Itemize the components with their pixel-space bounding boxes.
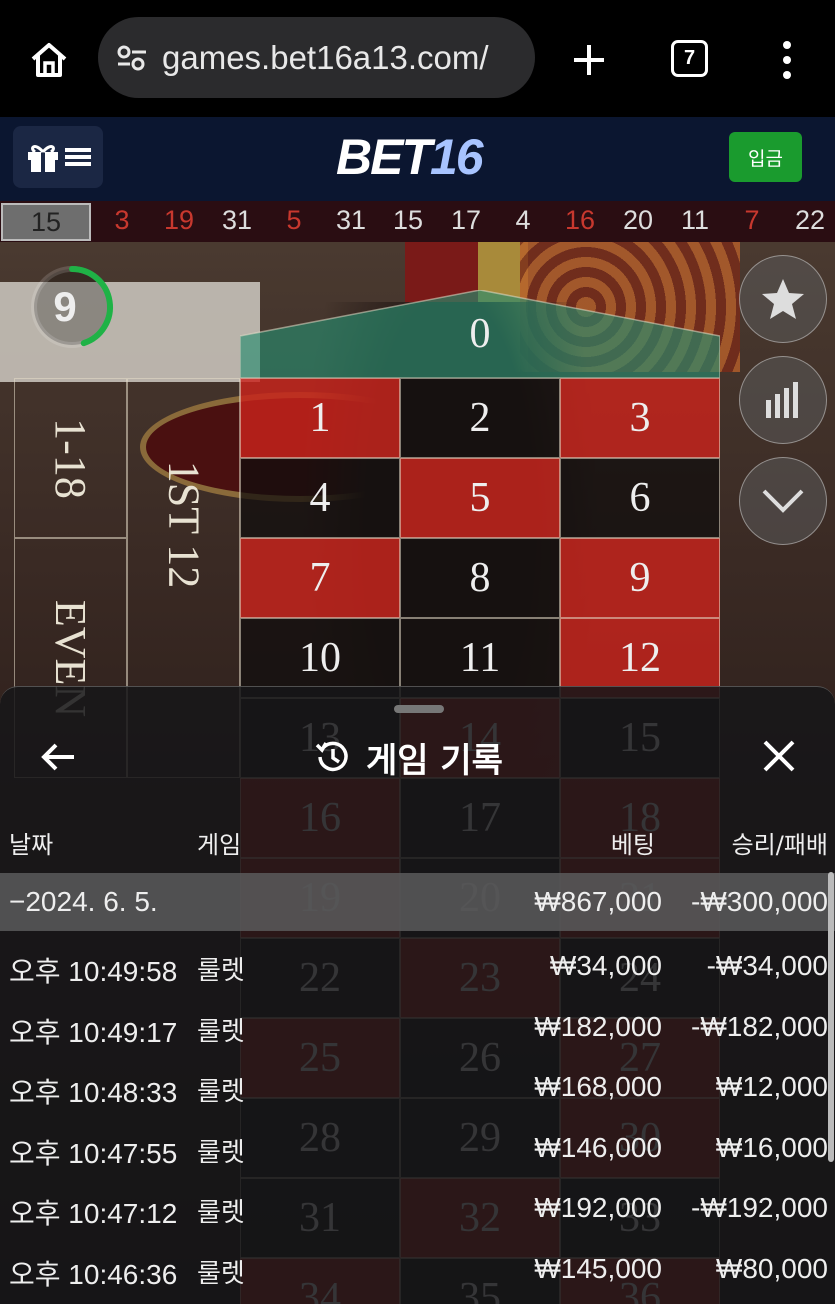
row-time: 오후 10:48:33 bbox=[9, 1077, 178, 1108]
col-result: 승리/패배 bbox=[731, 831, 828, 859]
row-time: 오후 10:49:58 bbox=[9, 956, 178, 987]
result-item: 7 bbox=[744, 205, 760, 235]
row-game: 룰렛 bbox=[197, 1258, 245, 1289]
favorite-button[interactable] bbox=[739, 255, 827, 343]
bet-timer: 9 bbox=[27, 262, 117, 352]
row-bet: ₩192,000 bbox=[534, 1192, 662, 1223]
date-group-bet: ₩867,000 bbox=[534, 886, 662, 917]
collapse-button[interactable] bbox=[739, 457, 827, 545]
zero-label: 0 bbox=[469, 311, 491, 357]
result-item: 4 bbox=[515, 205, 531, 235]
row-bet: ₩145,000 bbox=[534, 1252, 662, 1284]
row-game: 룰렛 bbox=[197, 1016, 245, 1047]
row-time: 오후 10:46:36 bbox=[9, 1258, 178, 1290]
browser-toolbar: games.bet16a13.com/ 7 bbox=[0, 0, 835, 117]
row-result: ₩12,000 bbox=[715, 1071, 828, 1102]
bet-number-2[interactable]: 2 bbox=[400, 378, 560, 458]
home-icon[interactable] bbox=[26, 38, 72, 82]
col-bet: 베팅 bbox=[610, 831, 655, 859]
result-item: 3 bbox=[114, 205, 130, 235]
row-result: -₩182,000 bbox=[691, 1010, 828, 1042]
bet-number-3[interactable]: 3 bbox=[560, 378, 720, 458]
row-time: 오후 10:47:12 bbox=[9, 1198, 178, 1229]
game-history-sheet: 게임 기록 날짜 게임 베팅 승리/패배 −2024. 6. 5. ₩867,0… bbox=[0, 686, 835, 1304]
address-bar[interactable]: games.bet16a13.com/ bbox=[98, 17, 535, 98]
recent-results-strip: 15 3 19 31 5 31 15 17 4 16 20 11 7 22 bbox=[0, 201, 835, 242]
bet-number-8[interactable]: 8 bbox=[400, 538, 560, 618]
row-game: 룰렛 bbox=[197, 1198, 245, 1228]
date-group-label: −2024. 6. 5. bbox=[9, 886, 158, 917]
bet-number-1[interactable]: 1 bbox=[240, 378, 400, 458]
row-game: 룰렛 bbox=[197, 956, 245, 986]
row-time: 오후 10:49:17 bbox=[9, 1016, 178, 1048]
history-row[interactable]: 오후 10:47:12 룰렛 ₩192,000 -₩192,000 bbox=[0, 1179, 835, 1237]
col-date: 날짜 bbox=[9, 831, 54, 859]
deposit-button[interactable]: 입금 bbox=[729, 132, 802, 182]
more-menu-icon[interactable] bbox=[772, 38, 802, 82]
row-bet: ₩34,000 bbox=[549, 950, 662, 981]
history-row[interactable]: 오후 10:46:36 룰렛 ₩145,000 ₩80,000 bbox=[0, 1240, 835, 1298]
result-item: 16 bbox=[564, 205, 596, 235]
date-group-row[interactable]: −2024. 6. 5. ₩867,000 -₩300,000 bbox=[0, 873, 835, 931]
row-result: ₩16,000 bbox=[715, 1131, 828, 1163]
sheet-title: 게임 기록 bbox=[312, 731, 503, 783]
tabs-icon[interactable]: 7 bbox=[671, 40, 708, 77]
row-bet: ₩146,000 bbox=[534, 1131, 662, 1163]
row-time: 오후 10:47:55 bbox=[9, 1137, 178, 1169]
sheet-drag-handle[interactable] bbox=[394, 705, 444, 713]
bet-number-9[interactable]: 9 bbox=[560, 538, 720, 618]
bet-number-4[interactable]: 4 bbox=[240, 458, 400, 538]
bet-zero[interactable]: 0 bbox=[240, 290, 720, 378]
result-item: 17 bbox=[450, 205, 482, 235]
result-item: 5 bbox=[286, 205, 302, 235]
bet-number-5[interactable]: 5 bbox=[400, 458, 560, 538]
star-icon bbox=[762, 279, 804, 319]
site-logo[interactable]: BET 16 bbox=[336, 127, 484, 187]
site-settings-icon[interactable] bbox=[114, 43, 150, 73]
scrollbar[interactable] bbox=[828, 872, 834, 1162]
result-latest: 15 bbox=[1, 203, 91, 241]
stats-icon bbox=[766, 382, 798, 418]
history-row[interactable]: 오후 10:49:58 룰렛 ₩34,000 -₩34,000 bbox=[0, 937, 835, 995]
history-row[interactable]: 오후 10:47:55 룰렛 ₩146,000 ₩16,000 bbox=[0, 1119, 835, 1177]
close-icon[interactable] bbox=[758, 735, 800, 777]
timer-value: 9 bbox=[53, 283, 77, 330]
history-icon bbox=[315, 741, 348, 772]
bet-1-18[interactable]: 1-18 bbox=[14, 378, 127, 538]
bet-number-7[interactable]: 7 bbox=[240, 538, 400, 618]
bet-number-6[interactable]: 6 bbox=[560, 458, 720, 538]
new-tab-icon[interactable] bbox=[567, 38, 611, 82]
stats-button[interactable] bbox=[739, 356, 827, 444]
gift-menu-icon[interactable] bbox=[13, 126, 103, 188]
result-item: 20 bbox=[622, 205, 654, 235]
history-row[interactable]: 오후 10:49:17 룰렛 ₩182,000 -₩182,000 bbox=[0, 998, 835, 1056]
col-game: 게임 bbox=[197, 831, 242, 859]
row-game: 룰렛 bbox=[197, 1137, 245, 1168]
row-result: ₩80,000 bbox=[715, 1252, 828, 1284]
history-table-header: 날짜 게임 베팅 승리/패배 bbox=[0, 825, 835, 869]
result-item: 31 bbox=[221, 205, 253, 235]
result-item: 19 bbox=[163, 205, 195, 235]
row-bet: ₩168,000 bbox=[534, 1071, 662, 1102]
url-text: games.bet16a13.com/ bbox=[162, 38, 489, 76]
chevron-down-icon bbox=[762, 489, 804, 513]
row-result: -₩192,000 bbox=[691, 1192, 828, 1223]
result-item: 15 bbox=[392, 205, 424, 235]
result-item: 31 bbox=[335, 205, 367, 235]
date-group-result: -₩300,000 bbox=[691, 886, 828, 917]
result-item: 22 bbox=[794, 205, 826, 235]
result-item: 11 bbox=[680, 205, 710, 235]
back-arrow-icon[interactable] bbox=[38, 737, 78, 777]
history-row[interactable]: 오후 10:48:33 룰렛 ₩168,000 ₩12,000 bbox=[0, 1058, 835, 1116]
row-result: -₩34,000 bbox=[706, 950, 828, 981]
tab-count: 7 bbox=[683, 47, 696, 69]
row-game: 룰렛 bbox=[197, 1077, 245, 1107]
row-bet: ₩182,000 bbox=[534, 1010, 662, 1042]
